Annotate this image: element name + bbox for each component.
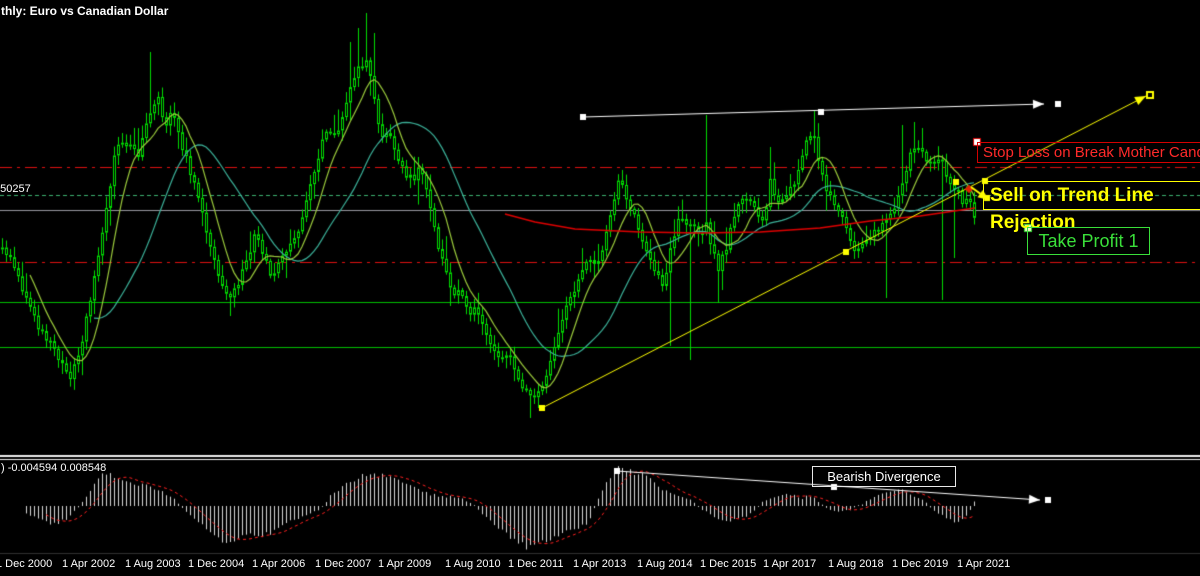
sell-annotation[interactable]: Sell on Trend Line Rejection xyxy=(983,181,1200,233)
time-axis-label: 1 Apr 2021 xyxy=(957,558,1011,570)
stop-loss-annotation[interactable]: Stop Loss on Break Mother Candle xyxy=(977,142,1200,163)
time-axis-label: 1 Dec 2011 xyxy=(508,558,564,570)
time-axis-label: 1 Dec 2007 xyxy=(315,558,372,570)
time-axis[interactable]: 1 Dec 2000 1 Apr 2002 1 Aug 2003 1 Dec 2004… xyxy=(0,555,1200,576)
time-axis-label: 1 Apr 2017 xyxy=(763,558,817,570)
time-axis-label: 1 Aug 2018 xyxy=(828,558,884,570)
chart-title: thly: Euro vs Canadian Dollar xyxy=(1,4,169,18)
time-axis-label: 1 Apr 2006 xyxy=(252,558,306,570)
chart-canvas[interactable] xyxy=(0,0,1200,576)
time-axis-label: 1 Aug 2010 xyxy=(445,558,501,570)
time-axis-label: 1 Aug 2014 xyxy=(637,558,693,570)
time-axis-label: 1 Dec 2004 xyxy=(188,558,245,570)
time-axis-label: 1 Apr 2002 xyxy=(62,558,116,570)
time-axis-label: 1 Apr 2009 xyxy=(378,558,432,570)
time-axis-label: 1 Dec 2015 xyxy=(700,558,757,570)
time-axis-label: 1 Dec 2019 xyxy=(892,558,949,570)
time-axis-label: 1 Aug 2003 xyxy=(125,558,181,570)
time-axis-label: 1 Apr 2013 xyxy=(573,558,627,570)
take-profit-annotation[interactable]: Take Profit 1 xyxy=(1027,227,1150,255)
time-axis-label: 1 Dec 2000 xyxy=(0,558,53,570)
bearish-divergence-annotation[interactable]: Bearish Divergence xyxy=(812,466,956,487)
indicator-values-label: ) -0.004594 0.008548 xyxy=(1,462,107,474)
mt4-chart-window: thly: Euro vs Canadian Dollar 1.50257 ) … xyxy=(0,0,1200,576)
price-level-label: 1.50257 xyxy=(0,183,31,195)
